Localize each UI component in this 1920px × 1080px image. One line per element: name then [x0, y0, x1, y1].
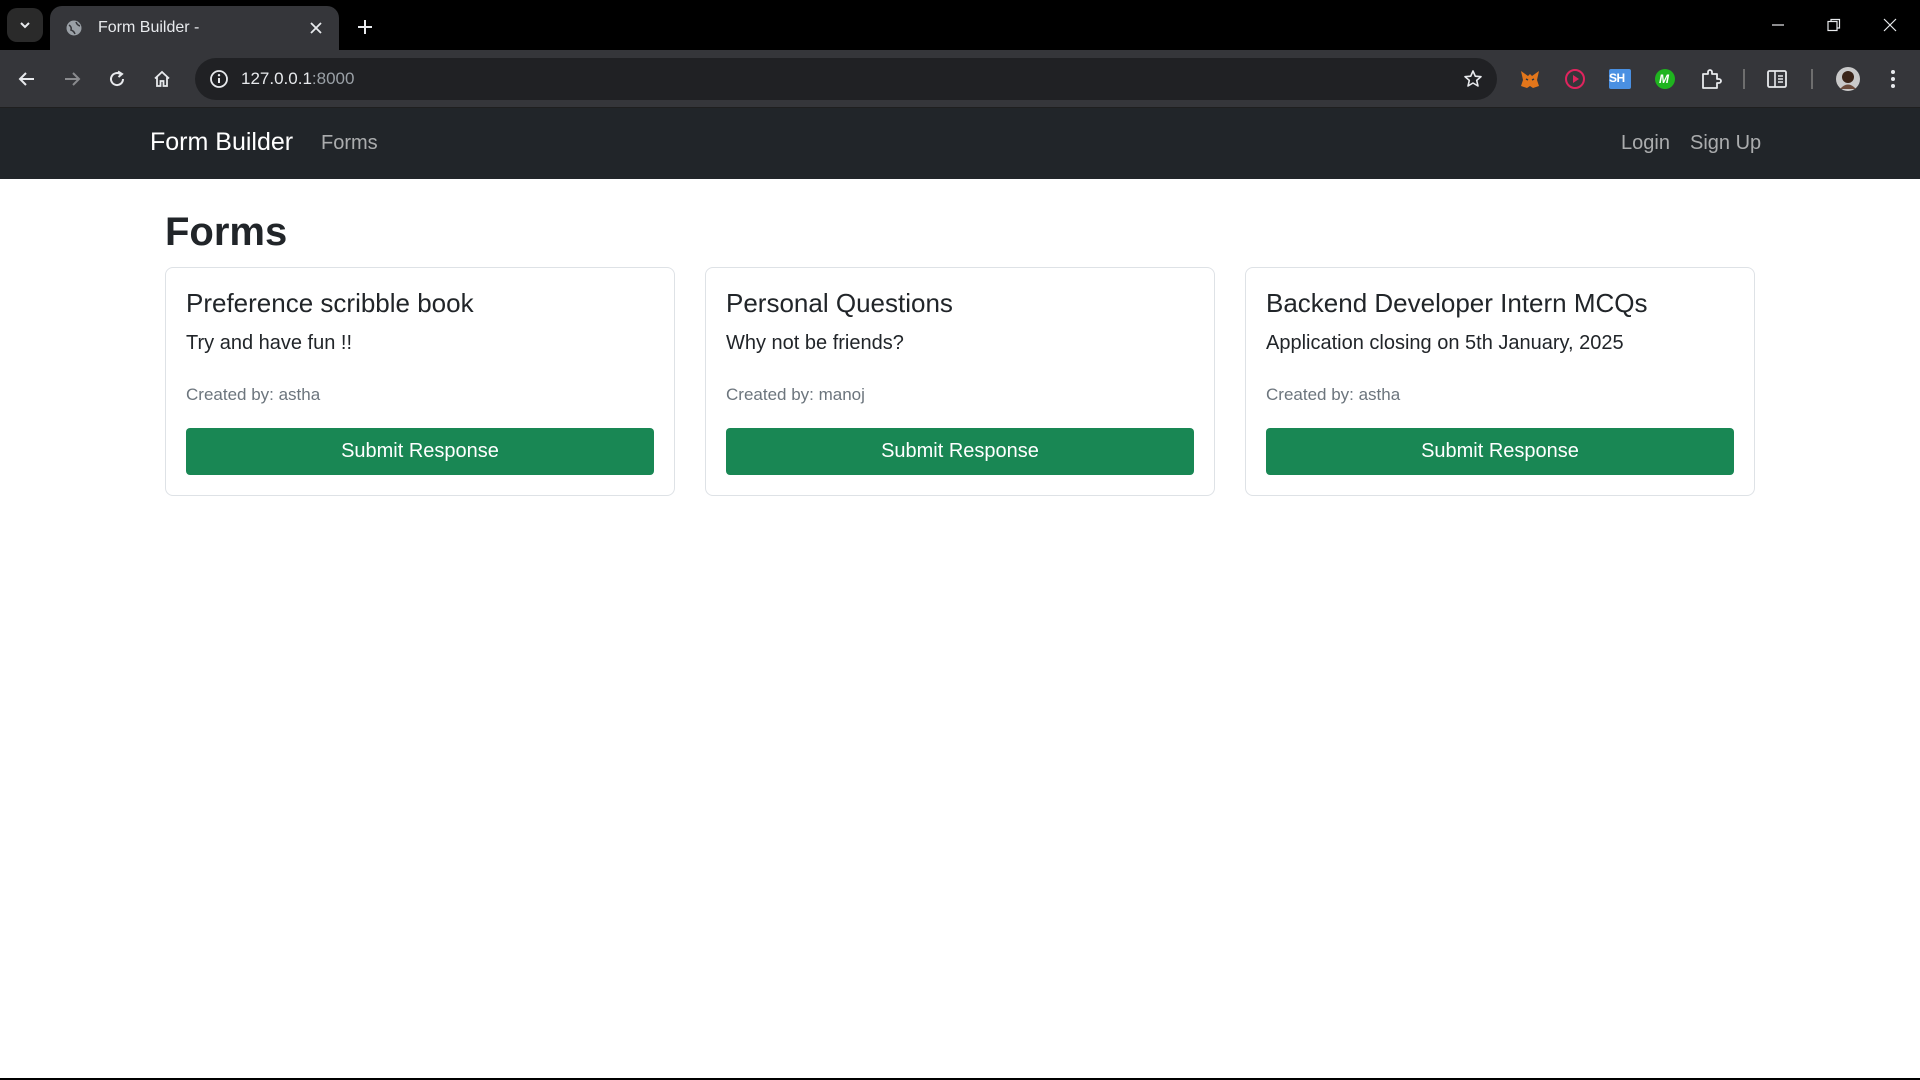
site-info-icon[interactable]	[207, 67, 231, 91]
card-created-by: Created by: manoj	[726, 385, 865, 404]
close-window-button[interactable]	[1862, 0, 1918, 50]
nav-link-login[interactable]: Login	[1621, 132, 1670, 155]
page-title: Forms	[165, 210, 288, 254]
url-host: 127.0.0.1	[241, 69, 312, 88]
nav-link-forms[interactable]: Forms	[321, 132, 378, 155]
home-icon	[154, 70, 170, 87]
m-extension-label: M	[1659, 72, 1669, 86]
reload-icon	[110, 70, 125, 87]
forward-button[interactable]	[54, 61, 90, 97]
url-port: :8000	[311, 69, 355, 88]
submit-response-button[interactable]: Submit Response	[186, 428, 654, 475]
minimize-icon	[1772, 24, 1784, 26]
m-extension-icon[interactable]: M	[1651, 65, 1679, 93]
card-title: Preference scribble book	[186, 288, 474, 318]
card-created-by: Created by: astha	[186, 385, 321, 404]
chevron-down-icon	[20, 22, 30, 29]
form-card: Backend Developer Intern MCQs Applicatio…	[1245, 267, 1755, 496]
restore-icon	[1827, 18, 1841, 32]
tab-search-button[interactable]	[7, 8, 43, 42]
plus-icon	[358, 20, 372, 34]
reading-list-icon[interactable]	[1763, 65, 1791, 93]
address-bar[interactable]: 127.0.0.1:8000	[195, 58, 1497, 100]
new-tab-button[interactable]	[350, 12, 380, 42]
globe-icon	[64, 18, 84, 38]
puzzle-icon[interactable]	[1697, 65, 1725, 93]
reload-button[interactable]	[99, 61, 135, 97]
toolbar-separator	[1743, 69, 1745, 89]
site-navbar: Form Builder Forms Login Sign Up	[0, 108, 1920, 179]
card-created-by: Created by: astha	[1266, 385, 1401, 404]
submit-response-button[interactable]: Submit Response	[726, 428, 1194, 475]
back-button[interactable]	[9, 61, 45, 97]
metamask-icon[interactable]	[1516, 65, 1544, 93]
form-card: Personal Questions Why not be friends? C…	[705, 267, 1215, 496]
card-description: Application closing on 5th January, 2025	[1266, 332, 1624, 354]
card-title: Personal Questions	[726, 288, 953, 318]
submit-response-button[interactable]: Submit Response	[1266, 428, 1734, 475]
tab-title: Form Builder -	[98, 19, 200, 36]
toolbar-separator	[1811, 69, 1813, 89]
card-description: Try and have fun !!	[186, 332, 353, 354]
browser-toolbar: 127.0.0.1:8000 SH M	[0, 50, 1920, 108]
nav-link-signup[interactable]: Sign Up	[1690, 132, 1761, 155]
menu-kebab-icon[interactable]	[1879, 65, 1907, 93]
browser-tabstrip: Form Builder -	[0, 0, 1920, 50]
home-button[interactable]	[144, 61, 180, 97]
card-title: Backend Developer Intern MCQs	[1266, 288, 1648, 318]
sh-extension-icon[interactable]: SH	[1606, 65, 1634, 93]
sh-extension-label: SH	[1609, 71, 1625, 85]
browser-tab[interactable]: Form Builder -	[50, 6, 339, 50]
record-icon[interactable]	[1561, 65, 1589, 93]
close-tab-icon[interactable]	[305, 17, 327, 39]
bookmark-star-icon[interactable]	[1461, 67, 1485, 91]
form-card: Preference scribble book Try and have fu…	[165, 267, 675, 496]
restore-button[interactable]	[1806, 0, 1862, 50]
arrow-right-icon	[65, 72, 81, 86]
profile-avatar-icon[interactable]	[1834, 65, 1862, 93]
url-text: 127.0.0.1:8000	[241, 69, 354, 89]
close-icon	[1883, 18, 1897, 32]
brand-link[interactable]: Form Builder	[150, 128, 293, 157]
minimize-button[interactable]	[1750, 0, 1806, 50]
arrow-left-icon	[18, 72, 34, 86]
card-description: Why not be friends?	[726, 332, 904, 354]
